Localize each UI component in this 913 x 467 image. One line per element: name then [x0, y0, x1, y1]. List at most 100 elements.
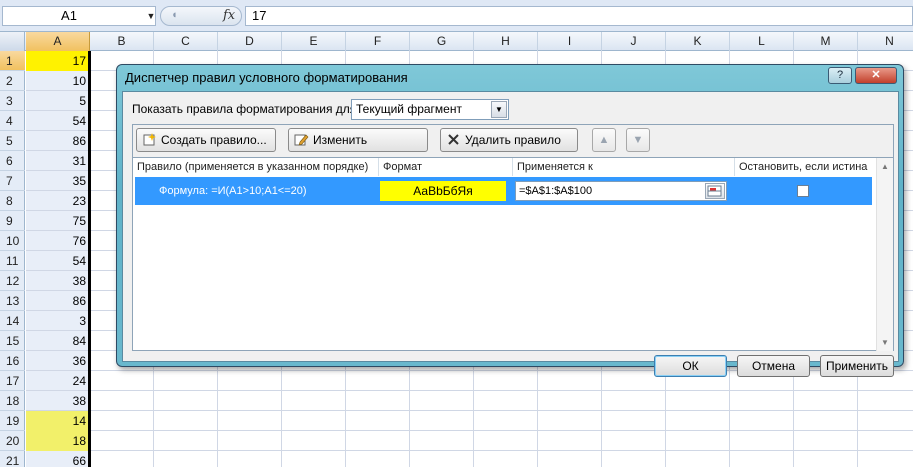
vertical-scrollbar[interactable]: ▲ ▼ — [876, 158, 893, 351]
chevron-down-icon[interactable]: ▼ — [491, 101, 507, 118]
header-stop-if-true[interactable]: Остановить, если истина — [735, 158, 876, 176]
new-rule-button[interactable]: Создать правило... — [136, 128, 276, 152]
row-header[interactable]: 8 — [0, 191, 25, 211]
cell-a5[interactable]: 86 — [26, 131, 89, 151]
grid-line — [26, 390, 913, 391]
row-header[interactable]: 19 — [0, 411, 25, 431]
delete-icon — [448, 134, 459, 145]
cell-a12[interactable]: 38 — [26, 271, 89, 291]
cell-a1[interactable]: 17 — [26, 51, 89, 71]
column-header-d[interactable]: D — [218, 32, 282, 51]
row-header[interactable]: 17 — [0, 371, 25, 391]
cell-a8[interactable]: 23 — [26, 191, 89, 211]
cell-a13[interactable]: 86 — [26, 291, 89, 311]
column-header-h[interactable]: H — [474, 32, 538, 51]
cell-a11[interactable]: 54 — [26, 251, 89, 271]
formula-input[interactable]: 17 — [245, 6, 913, 26]
row-header[interactable]: 21 — [0, 451, 25, 467]
new-rule-label: Создать правило... — [161, 133, 267, 147]
cell-a19[interactable]: 14 — [26, 411, 89, 431]
close-button[interactable]: ✕ — [855, 67, 897, 84]
delete-rule-button[interactable]: Удалить правило — [440, 128, 578, 152]
name-box[interactable]: A1 — [2, 6, 156, 26]
delete-rule-label: Удалить правило — [465, 133, 561, 147]
row-header[interactable]: 20 — [0, 431, 25, 451]
grid-line — [26, 450, 913, 451]
apply-button[interactable]: Применить — [820, 355, 894, 377]
help-button[interactable]: ? — [828, 67, 852, 84]
column-header-c[interactable]: C — [154, 32, 218, 51]
column-header-g[interactable]: G — [410, 32, 474, 51]
row-header[interactable]: 18 — [0, 391, 25, 411]
show-rules-value: Текущий фрагмент — [356, 102, 462, 116]
row-header[interactable]: 14 — [0, 311, 25, 331]
expand-handle-icon[interactable]: ◖ — [171, 9, 178, 21]
header-applies-to[interactable]: Применяется к — [513, 158, 735, 176]
cell-a21[interactable]: 66 — [26, 451, 89, 467]
column-header-k[interactable]: K — [666, 32, 730, 51]
scroll-down-icon[interactable]: ▼ — [877, 334, 893, 351]
cell-a18[interactable]: 38 — [26, 391, 89, 411]
edit-rule-icon — [294, 134, 309, 146]
row-header[interactable]: 3 — [0, 91, 25, 111]
header-format[interactable]: Формат — [379, 158, 513, 176]
column-header-m[interactable]: M — [794, 32, 858, 51]
cell-a2[interactable]: 10 — [26, 71, 89, 91]
formula-bar: A1 ▼ ◖ fx 17 — [0, 0, 913, 32]
column-header-j[interactable]: J — [602, 32, 666, 51]
rule-row[interactable]: Формула: =И(A1>10;A1<=20) АаВbБбЯя =$A$1… — [135, 177, 872, 205]
cell-a17[interactable]: 24 — [26, 371, 89, 391]
cancel-button[interactable]: Отмена — [737, 355, 810, 377]
cell-a9[interactable]: 75 — [26, 211, 89, 231]
row-header[interactable]: 1 — [0, 51, 25, 71]
cell-a3[interactable]: 5 — [26, 91, 89, 111]
column-header-i[interactable]: I — [538, 32, 602, 51]
cell-a20[interactable]: 18 — [26, 431, 89, 451]
row-header[interactable]: 9 — [0, 211, 25, 231]
row-header[interactable]: 4 — [0, 111, 25, 131]
show-rules-select[interactable]: Текущий фрагмент ▼ — [351, 99, 509, 120]
edit-rule-button[interactable]: Изменить правило... — [288, 128, 428, 169]
row-header[interactable]: 13 — [0, 291, 25, 311]
row-header[interactable]: 10 — [0, 231, 25, 251]
cell-a16[interactable]: 36 — [26, 351, 89, 371]
formula-controls: ◖ fx — [160, 6, 242, 26]
column-headers: ABCDEFGHIJKLMN — [0, 32, 913, 51]
column-header-f[interactable]: F — [346, 32, 410, 51]
scroll-up-icon[interactable]: ▲ — [877, 158, 893, 175]
move-down-button[interactable]: ▼ — [626, 128, 650, 152]
row-header[interactable]: 6 — [0, 151, 25, 171]
cell-a14[interactable]: 3 — [26, 311, 89, 331]
excel-window: A1 ▼ ◖ fx 17 ABCDEFGHIJKLMN 1 2 3 4 5 6 7 8 9 10 1… — [0, 0, 913, 467]
show-rules-label: Показать правила форматирования для: — [132, 102, 360, 116]
insert-function-icon[interactable]: fx — [223, 8, 235, 23]
cell-a7[interactable]: 35 — [26, 171, 89, 191]
row-header[interactable]: 11 — [0, 251, 25, 271]
row-header[interactable]: 16 — [0, 351, 25, 371]
row-header[interactable]: 15 — [0, 331, 25, 351]
select-all-button[interactable] — [0, 32, 25, 51]
cell-a6[interactable]: 31 — [26, 151, 89, 171]
ok-button[interactable]: ОК — [654, 355, 727, 377]
applies-to-input[interactable]: =$A$1:$A$100 — [515, 181, 727, 201]
header-rule[interactable]: Правило (применяется в указанном порядке… — [133, 158, 379, 176]
row-header[interactable]: 2 — [0, 71, 25, 91]
cell-a4[interactable]: 54 — [26, 111, 89, 131]
move-up-button[interactable]: ▲ — [592, 128, 616, 152]
cell-a10[interactable]: 76 — [26, 231, 89, 251]
row-header[interactable]: 7 — [0, 171, 25, 191]
stop-if-true-checkbox[interactable] — [797, 185, 809, 197]
name-box-dropdown-icon[interactable]: ▼ — [144, 6, 158, 26]
column-header-a[interactable]: A — [26, 32, 90, 51]
range-picker-icon[interactable] — [705, 183, 725, 199]
column-header-e[interactable]: E — [282, 32, 346, 51]
cell-a15[interactable]: 84 — [26, 331, 89, 351]
dialog-title: Диспетчер правил условного форматировани… — [125, 70, 408, 85]
row-header[interactable]: 5 — [0, 131, 25, 151]
row-header[interactable]: 12 — [0, 271, 25, 291]
column-header-l[interactable]: L — [730, 32, 794, 51]
rules-table: Правило (применяется в указанном порядке… — [133, 157, 893, 351]
arrow-down-icon: ▼ — [632, 134, 644, 146]
column-header-b[interactable]: B — [90, 32, 154, 51]
column-header-n[interactable]: N — [858, 32, 913, 51]
